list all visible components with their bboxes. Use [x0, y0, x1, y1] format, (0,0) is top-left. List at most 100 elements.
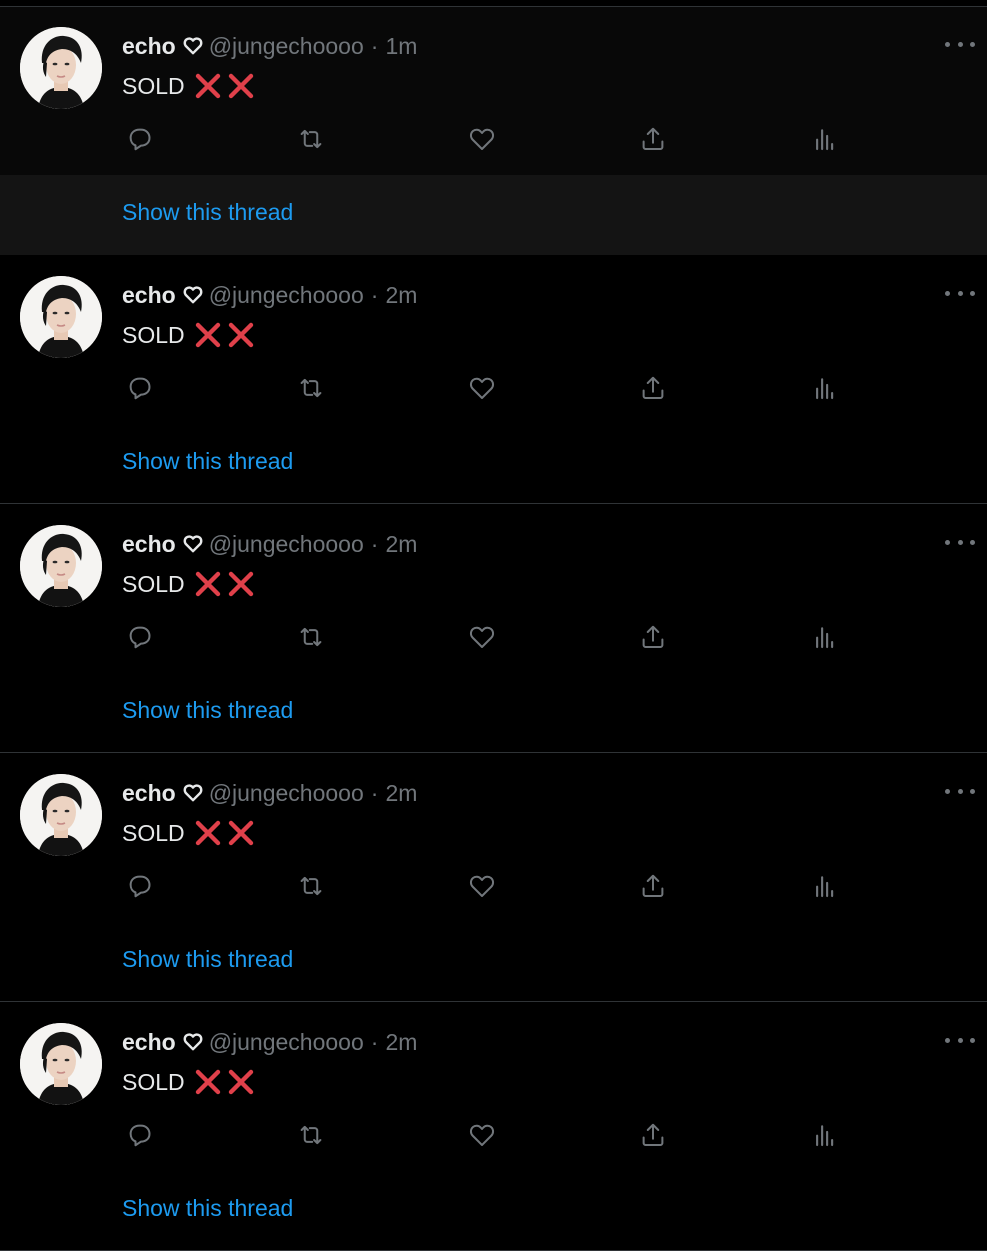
more-options-icon[interactable]	[945, 286, 975, 300]
tweet-text: SOLD	[122, 69, 259, 103]
show-thread-link[interactable]: Show this thread	[122, 697, 293, 724]
avatar-photo	[20, 774, 102, 856]
retweet-icon[interactable]	[293, 619, 329, 655]
show-thread-link[interactable]: Show this thread	[122, 1195, 293, 1222]
reply-icon[interactable]	[122, 1117, 158, 1153]
white-heart-icon	[183, 784, 203, 802]
avatar[interactable]	[20, 1023, 102, 1105]
cross-mark-icon	[226, 1067, 256, 1097]
avatar[interactable]	[20, 27, 102, 109]
analytics-icon[interactable]	[806, 121, 842, 157]
tweet-text-content: SOLD	[122, 570, 185, 597]
timestamp[interactable]: 2m	[385, 780, 417, 807]
timestamp[interactable]: 2m	[385, 531, 417, 558]
avatar-photo	[20, 525, 102, 607]
display-name[interactable]: echo	[122, 1029, 176, 1056]
user-handle[interactable]: @jungechoooo	[209, 282, 364, 309]
retweet-icon[interactable]	[293, 1117, 329, 1153]
display-name[interactable]: echo	[122, 282, 176, 309]
reply-icon[interactable]	[122, 619, 158, 655]
avatar-photo	[20, 1023, 102, 1105]
analytics-icon[interactable]	[806, 1117, 842, 1153]
tweet-1[interactable]: echo @jungechoooo · 1m SOLD Show this th…	[0, 7, 987, 255]
cross-mark-icon	[193, 818, 223, 848]
separator-dot: ·	[370, 281, 379, 308]
like-icon[interactable]	[464, 121, 500, 157]
like-icon[interactable]	[464, 370, 500, 406]
display-name[interactable]: echo	[122, 531, 176, 558]
separator-dot: ·	[370, 1028, 379, 1055]
tweet-text: SOLD	[122, 318, 259, 352]
avatar-photo	[20, 27, 102, 109]
avatar[interactable]	[20, 525, 102, 607]
more-options-icon[interactable]	[945, 1033, 975, 1047]
retweet-icon[interactable]	[293, 121, 329, 157]
cross-mark-icon	[226, 71, 256, 101]
share-icon[interactable]	[635, 619, 671, 655]
more-options-icon[interactable]	[945, 535, 975, 549]
cross-mark-icon	[193, 320, 223, 350]
retweet-icon[interactable]	[293, 370, 329, 406]
tweet-3[interactable]: echo @jungechoooo · 2m SOLD Show this th…	[0, 505, 987, 753]
share-icon[interactable]	[635, 868, 671, 904]
avatar-photo	[20, 276, 102, 358]
tweet-text-content: SOLD	[122, 72, 185, 99]
timestamp[interactable]: 2m	[385, 1029, 417, 1056]
tweet-text: SOLD	[122, 816, 259, 850]
tweet-header: echo @jungechoooo · 2m	[122, 1027, 417, 1057]
cross-mark-icon	[226, 320, 256, 350]
action-bar	[122, 121, 852, 157]
show-thread-link[interactable]: Show this thread	[122, 199, 293, 226]
show-thread-link[interactable]: Show this thread	[122, 946, 293, 973]
separator-dot: ·	[370, 32, 379, 59]
action-bar	[122, 619, 852, 655]
tweet-2[interactable]: echo @jungechoooo · 2m SOLD Show this th…	[0, 256, 987, 504]
like-icon[interactable]	[464, 868, 500, 904]
timestamp[interactable]: 1m	[385, 33, 417, 60]
show-thread-link[interactable]: Show this thread	[122, 448, 293, 475]
action-bar	[122, 1117, 852, 1153]
share-icon[interactable]	[635, 370, 671, 406]
tweet-header: echo @jungechoooo · 2m	[122, 778, 417, 808]
separator-dot: ·	[370, 530, 379, 557]
user-handle[interactable]: @jungechoooo	[209, 1029, 364, 1056]
like-icon[interactable]	[464, 619, 500, 655]
user-handle[interactable]: @jungechoooo	[209, 33, 364, 60]
tweet-5[interactable]: echo @jungechoooo · 2m SOLD Show this th…	[0, 1003, 987, 1251]
tweet-header: echo @jungechoooo · 2m	[122, 529, 417, 559]
avatar[interactable]	[20, 276, 102, 358]
display-name[interactable]: echo	[122, 33, 176, 60]
reply-icon[interactable]	[122, 868, 158, 904]
tweet-4[interactable]: echo @jungechoooo · 2m SOLD Show this th…	[0, 754, 987, 1002]
action-bar	[122, 370, 852, 406]
reply-icon[interactable]	[122, 370, 158, 406]
cross-mark-icon	[226, 818, 256, 848]
tweet-text-content: SOLD	[122, 321, 185, 348]
white-heart-icon	[183, 37, 203, 55]
separator-dot: ·	[370, 779, 379, 806]
analytics-icon[interactable]	[806, 370, 842, 406]
white-heart-icon	[183, 1033, 203, 1051]
tweet-text: SOLD	[122, 567, 259, 601]
share-icon[interactable]	[635, 121, 671, 157]
cross-mark-icon	[193, 1067, 223, 1097]
more-options-icon[interactable]	[945, 784, 975, 798]
display-name[interactable]: echo	[122, 780, 176, 807]
tweet-text: SOLD	[122, 1065, 259, 1099]
user-handle[interactable]: @jungechoooo	[209, 531, 364, 558]
more-options-icon[interactable]	[945, 37, 975, 51]
retweet-icon[interactable]	[293, 868, 329, 904]
white-heart-icon	[183, 535, 203, 553]
tweet-header: echo @jungechoooo · 1m	[122, 31, 417, 61]
share-icon[interactable]	[635, 1117, 671, 1153]
user-handle[interactable]: @jungechoooo	[209, 780, 364, 807]
timestamp[interactable]: 2m	[385, 282, 417, 309]
avatar[interactable]	[20, 774, 102, 856]
cross-mark-icon	[193, 71, 223, 101]
analytics-icon[interactable]	[806, 868, 842, 904]
tweet-header: echo @jungechoooo · 2m	[122, 280, 417, 310]
analytics-icon[interactable]	[806, 619, 842, 655]
reply-icon[interactable]	[122, 121, 158, 157]
action-bar	[122, 868, 852, 904]
like-icon[interactable]	[464, 1117, 500, 1153]
